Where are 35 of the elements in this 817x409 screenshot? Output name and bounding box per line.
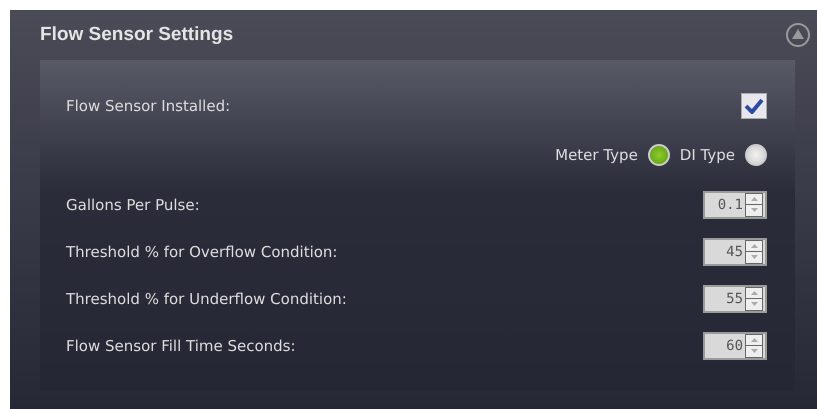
decrement-button[interactable]	[746, 345, 762, 356]
decrement-button[interactable]	[746, 204, 762, 216]
checkbox[interactable]	[741, 92, 767, 118]
number-spinner[interactable]: 60	[703, 332, 767, 360]
field-label: Threshold % for Overflow Condition:	[66, 242, 338, 260]
field-label: Gallons Per Pulse:	[66, 196, 200, 214]
decrement-button[interactable]	[746, 298, 762, 310]
decrement-button[interactable]	[746, 251, 762, 262]
increment-button[interactable]	[746, 334, 762, 345]
down-arrow-icon	[750, 302, 758, 306]
collapse-button[interactable]	[785, 22, 811, 48]
number-spinner[interactable]: 55	[703, 284, 767, 312]
radio-option[interactable]: DI Type	[680, 144, 767, 166]
number-field[interactable]: 55	[709, 290, 743, 306]
down-arrow-icon	[750, 349, 758, 354]
number-field[interactable]: 60	[709, 338, 743, 354]
down-arrow-icon	[750, 208, 758, 212]
collapse-icon	[785, 22, 811, 48]
down-arrow-icon	[750, 255, 758, 260]
radio-option[interactable]: Meter Type	[555, 144, 670, 166]
number-field[interactable]: 45	[709, 244, 743, 260]
up-arrow-icon	[750, 244, 758, 248]
number-field[interactable]: 0.1	[709, 196, 743, 212]
field-label: Threshold % for Underflow Condition:	[66, 290, 347, 308]
increment-button[interactable]	[746, 240, 762, 251]
number-spinner[interactable]: 45	[703, 238, 767, 266]
increment-button[interactable]	[746, 194, 762, 204]
increment-button[interactable]	[746, 288, 762, 298]
field-label: Flow Sensor Installed:	[66, 96, 230, 114]
number-spinner[interactable]: 0.1	[703, 190, 767, 218]
up-arrow-icon	[750, 196, 758, 201]
field-label: Flow Sensor Fill Time Seconds:	[66, 336, 296, 354]
panel-title: Flow Sensor Settings	[40, 24, 234, 46]
up-arrow-icon	[750, 338, 758, 342]
up-arrow-icon	[750, 290, 758, 295]
